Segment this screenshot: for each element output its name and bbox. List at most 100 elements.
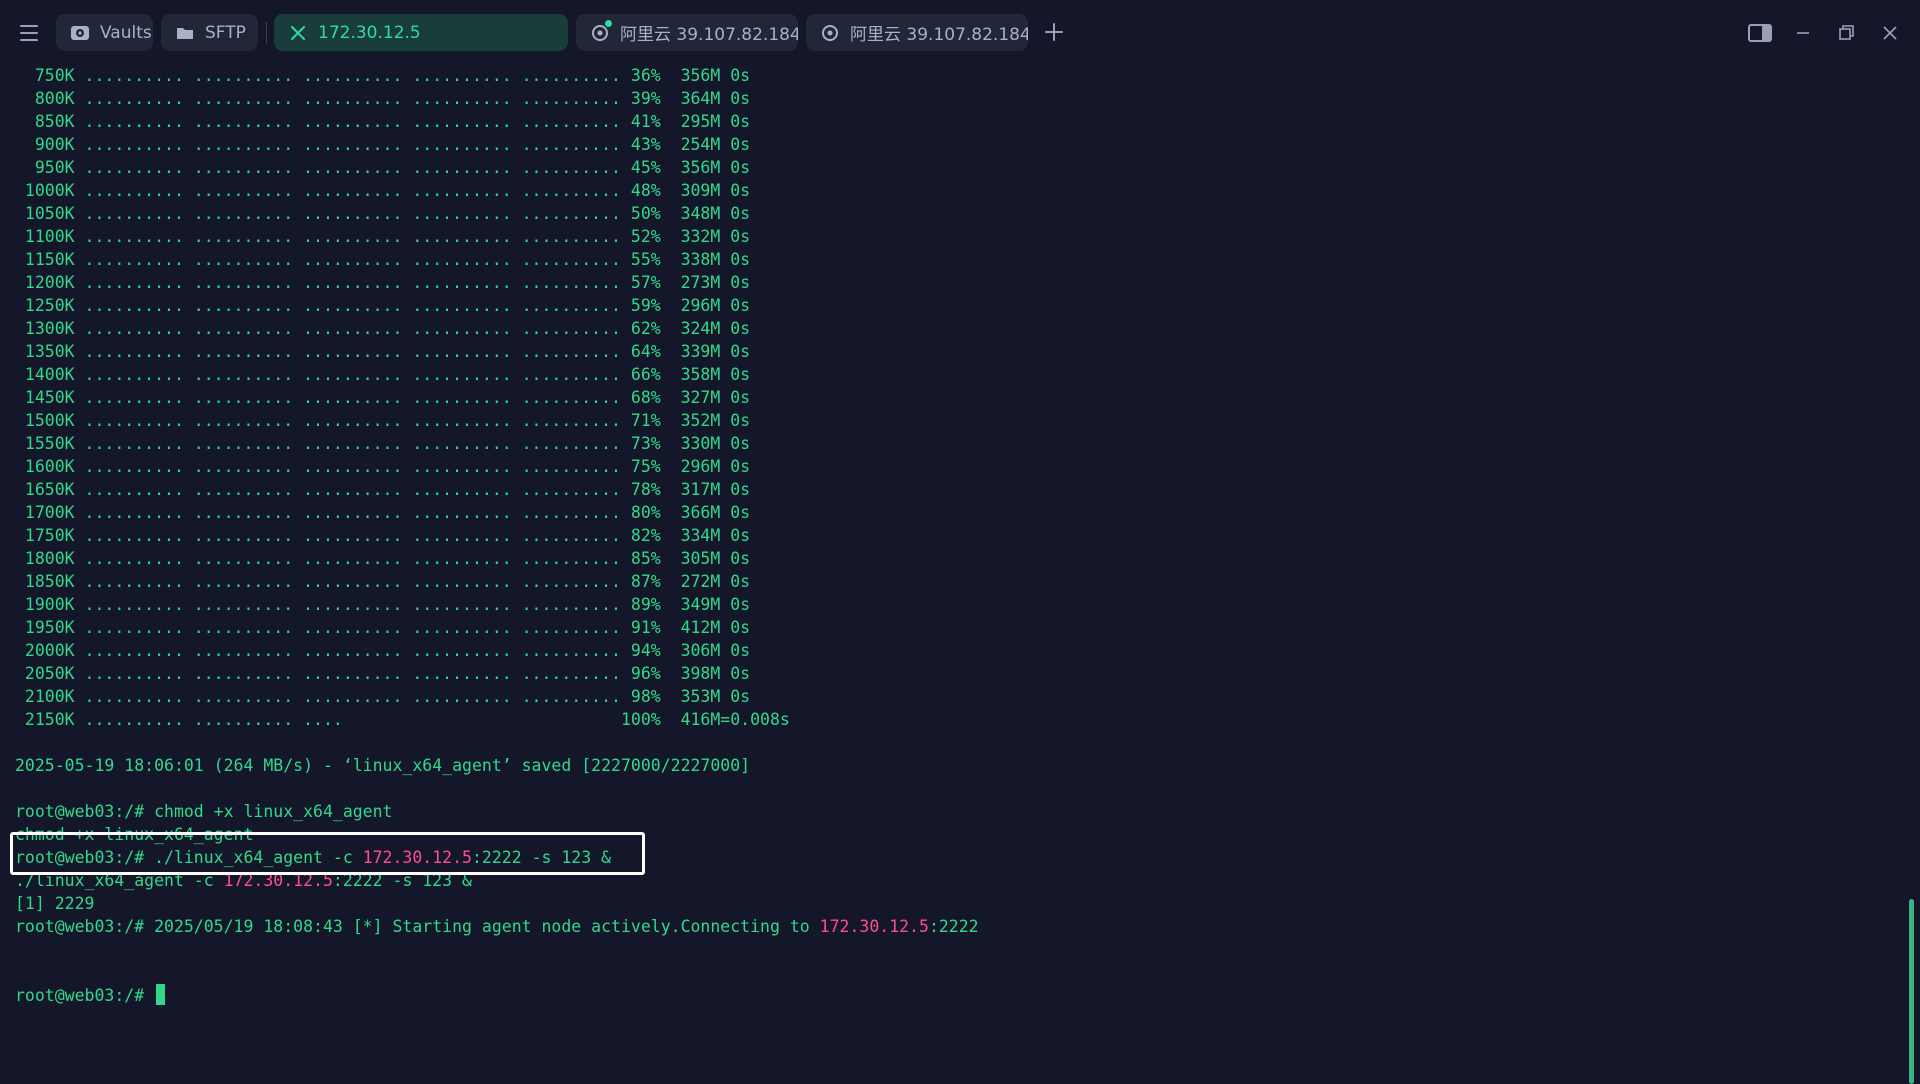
terminal-line: 1700K .......... .......... .......... .… — [15, 501, 979, 524]
terminal-line: 1800K .......... .......... .......... .… — [15, 547, 979, 570]
terminal-text: 1200K .......... .......... .......... .… — [15, 273, 751, 292]
terminal-text: 1900K .......... .......... .......... .… — [15, 595, 751, 614]
terminal-text: 1550K .......... .......... .......... .… — [15, 434, 751, 453]
hamburger-menu-icon[interactable] — [16, 20, 42, 46]
terminal-line: 1400K .......... .......... .......... .… — [15, 363, 979, 386]
terminal-text: root@web03:/# — [15, 986, 155, 1005]
terminal-text: 850K .......... .......... .......... ..… — [15, 112, 751, 131]
terminal-line: 1650K .......... .......... .......... .… — [15, 478, 979, 501]
terminal-text: 1950K .......... .......... .......... .… — [15, 618, 751, 637]
terminal-text: root@web03:/# 2025/05/19 18:08:43 [*] St… — [15, 917, 820, 936]
tab-label: 172.30.12.5 — [318, 22, 421, 43]
terminal-text: 750K .......... .......... .......... ..… — [15, 66, 751, 85]
terminal-line: 850K .......... .......... .......... ..… — [15, 110, 979, 133]
terminal-text: chmod +x linux_x64_agent — [15, 825, 254, 844]
ip-address-highlight: 172.30.12.5 — [223, 871, 333, 890]
terminal-text: 2000K .......... .......... .......... .… — [15, 641, 751, 660]
terminal-line: [1] 2229 — [15, 892, 979, 915]
terminal-line: 800K .......... .......... .......... ..… — [15, 87, 979, 110]
terminal-text: 1000K .......... .......... .......... .… — [15, 181, 751, 200]
terminal-text: 1400K .......... .......... .......... .… — [15, 365, 751, 384]
close-icon[interactable] — [288, 23, 308, 43]
terminal-scrollbar[interactable] — [1904, 64, 1920, 1084]
terminal-line: 1000K .......... .......... .......... .… — [15, 179, 979, 202]
terminal-line: 1150K .......... .......... .......... .… — [15, 248, 979, 271]
terminal-line: 1900K .......... .......... .......... .… — [15, 593, 979, 616]
terminal-text: 1650K .......... .......... .......... .… — [15, 480, 751, 499]
minimize-icon[interactable] — [1790, 20, 1816, 46]
tab-172-30-12-5[interactable]: 172.30.12.5 — [274, 14, 568, 51]
close-window-icon[interactable] — [1877, 20, 1903, 46]
terminal-text: 1350K .......... .......... .......... .… — [15, 342, 751, 361]
terminal-line: 950K .......... .......... .......... ..… — [15, 156, 979, 179]
terminal-line: root@web03:/# — [15, 984, 979, 1007]
ip-address-highlight: 172.30.12.5 — [362, 848, 472, 867]
tab-separator — [266, 22, 267, 44]
terminal-line: 1350K .......... .......... .......... .… — [15, 340, 979, 363]
terminal-line: 1600K .......... .......... .......... .… — [15, 455, 979, 478]
terminal-text: 1500K .......... .......... .......... .… — [15, 411, 751, 430]
tab-vaults[interactable]: Vaults — [56, 14, 153, 51]
terminal-text: :2222 -s 123 & — [471, 848, 612, 867]
restore-icon[interactable] — [1833, 20, 1859, 46]
terminal-text: :2222 -s 123 & — [332, 871, 472, 890]
terminal-line: root@web03:/# ./linux_x64_agent -c 172.3… — [15, 846, 979, 869]
terminal-text: ./linux_x64_agent -c — [15, 871, 224, 890]
tab-sftp[interactable]: SFTP — [161, 14, 258, 51]
terminal-line: 1450K .......... .......... .......... .… — [15, 386, 979, 409]
terminal-text: 1450K .......... .......... .......... .… — [15, 388, 751, 407]
terminal-line: 1100K .......... .......... .......... .… — [15, 225, 979, 248]
terminal-line: 1550K .......... .......... .......... .… — [15, 432, 979, 455]
terminal-line: 1750K .......... .......... .......... .… — [15, 524, 979, 547]
terminal-line: 750K .......... .......... .......... ..… — [15, 64, 979, 87]
terminal-text: 2150K .......... .......... .... 100% 41… — [15, 710, 790, 729]
tab-aliyun-2[interactable]: 阿里云 39.107.82.184... — [806, 14, 1028, 51]
tab-label: 阿里云 39.107.82.184... — [850, 25, 1028, 45]
scrollbar-thumb[interactable] — [1909, 899, 1914, 1084]
terminal-line: 900K .......... .......... .......... ..… — [15, 133, 979, 156]
terminal-text: 1300K .......... .......... .......... .… — [15, 319, 751, 338]
terminal-output[interactable]: 750K .......... .......... .......... ..… — [0, 64, 1904, 1020]
sidebar-toggle-icon[interactable] — [1747, 20, 1773, 46]
tab-label: Vaults — [100, 22, 152, 43]
terminal-line: 2025-05-19 18:06:01 (264 MB/s) - ‘linux_… — [15, 754, 979, 777]
terminal-text: 1750K .......... .......... .......... .… — [15, 526, 751, 545]
terminal-cursor — [156, 984, 166, 1005]
terminal-line: 1850K .......... .......... .......... .… — [15, 570, 979, 593]
terminal-line: chmod +x linux_x64_agent — [15, 823, 979, 846]
terminal-line: 2150K .......... .......... .... 100% 41… — [15, 708, 979, 731]
tab-label: 阿里云 39.107.82.184... — [620, 25, 798, 45]
terminal-text: :2222 — [928, 917, 979, 936]
terminal-text: 1700K .......... .......... .......... .… — [15, 503, 751, 522]
terminal-text: [1] 2229 — [15, 894, 95, 913]
tab-label: SFTP — [205, 22, 246, 43]
terminal-text: 1150K .......... .......... .......... .… — [15, 250, 751, 269]
terminal-text: 1800K .......... .......... .......... .… — [15, 549, 751, 568]
ip-address-highlight: 172.30.12.5 — [819, 917, 929, 936]
terminal-text: 1600K .......... .......... .......... .… — [15, 457, 751, 476]
terminal-line: 1950K .......... .......... .......... .… — [15, 616, 979, 639]
terminal-text: 1100K .......... .......... .......... .… — [15, 227, 751, 246]
terminal-text: 1250K .......... .......... .......... .… — [15, 296, 751, 315]
linux-icon — [590, 19, 612, 43]
terminal-text: root@web03:/# chmod +x linux_x64_agent — [15, 802, 393, 821]
terminal-text: 800K .......... .......... .......... ..… — [15, 89, 751, 108]
terminal-line: 2100K .......... .......... .......... .… — [15, 685, 979, 708]
add-tab-icon[interactable] — [1042, 20, 1066, 44]
terminal-line: 1050K .......... .......... .......... .… — [15, 202, 979, 225]
terminal-line: 1200K .......... .......... .......... .… — [15, 271, 979, 294]
folder-icon — [175, 23, 195, 43]
terminal-line: root@web03:/# 2025/05/19 18:08:43 [*] St… — [15, 915, 979, 938]
terminal-line: ./linux_x64_agent -c 172.30.12.5:2222 -s… — [15, 869, 979, 892]
terminal-text: 900K .......... .......... .......... ..… — [15, 135, 751, 154]
terminal-text: 1850K .......... .......... .......... .… — [15, 572, 751, 591]
terminal-line: 1250K .......... .......... .......... .… — [15, 294, 979, 317]
terminal-text: 950K .......... .......... .......... ..… — [15, 158, 751, 177]
tab-aliyun-1[interactable]: 阿里云 39.107.82.184... — [576, 14, 798, 51]
terminal-text: 1050K .......... .......... .......... .… — [15, 204, 751, 223]
terminal-line: 1500K .......... .......... .......... .… — [15, 409, 979, 432]
